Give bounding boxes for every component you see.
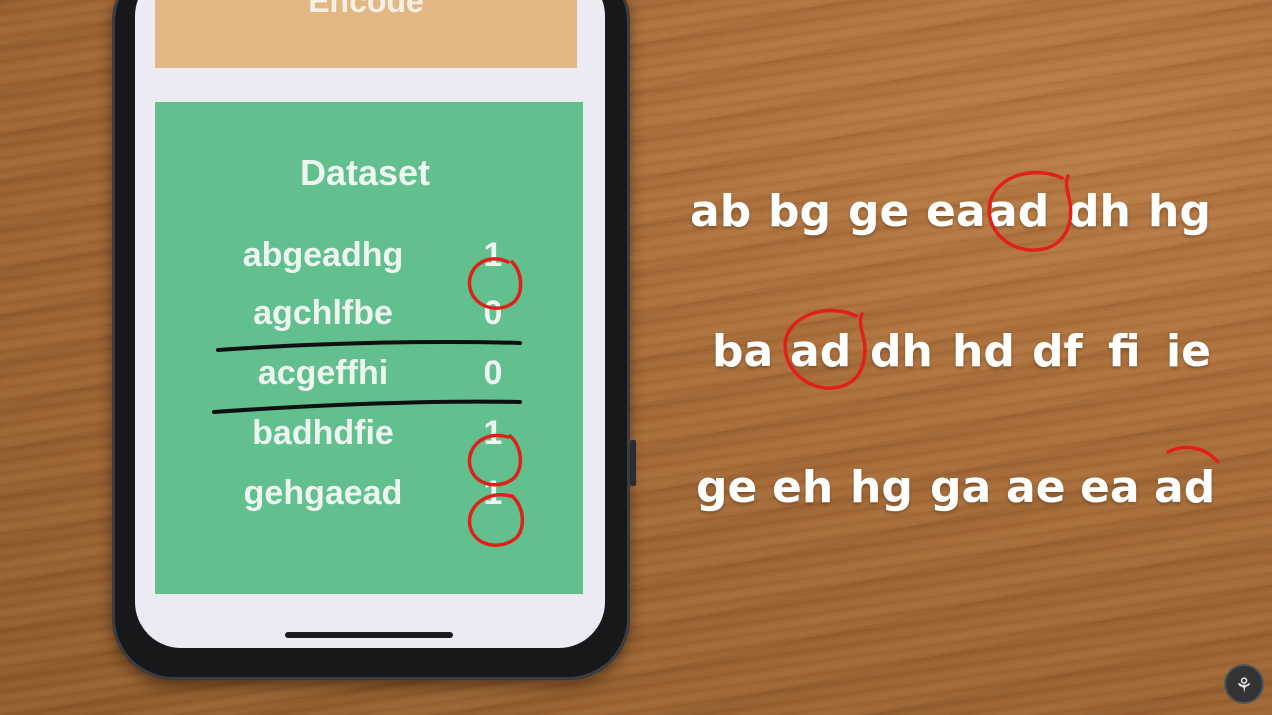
pair-annotation-layer	[783, 170, 1220, 464]
pair-circle-annotation-partial	[1166, 445, 1220, 464]
pair-circle-annotation	[987, 170, 1073, 252]
lightbulb-logo-icon: ⚘	[1224, 664, 1264, 704]
pair-circle-annotation	[783, 308, 867, 390]
